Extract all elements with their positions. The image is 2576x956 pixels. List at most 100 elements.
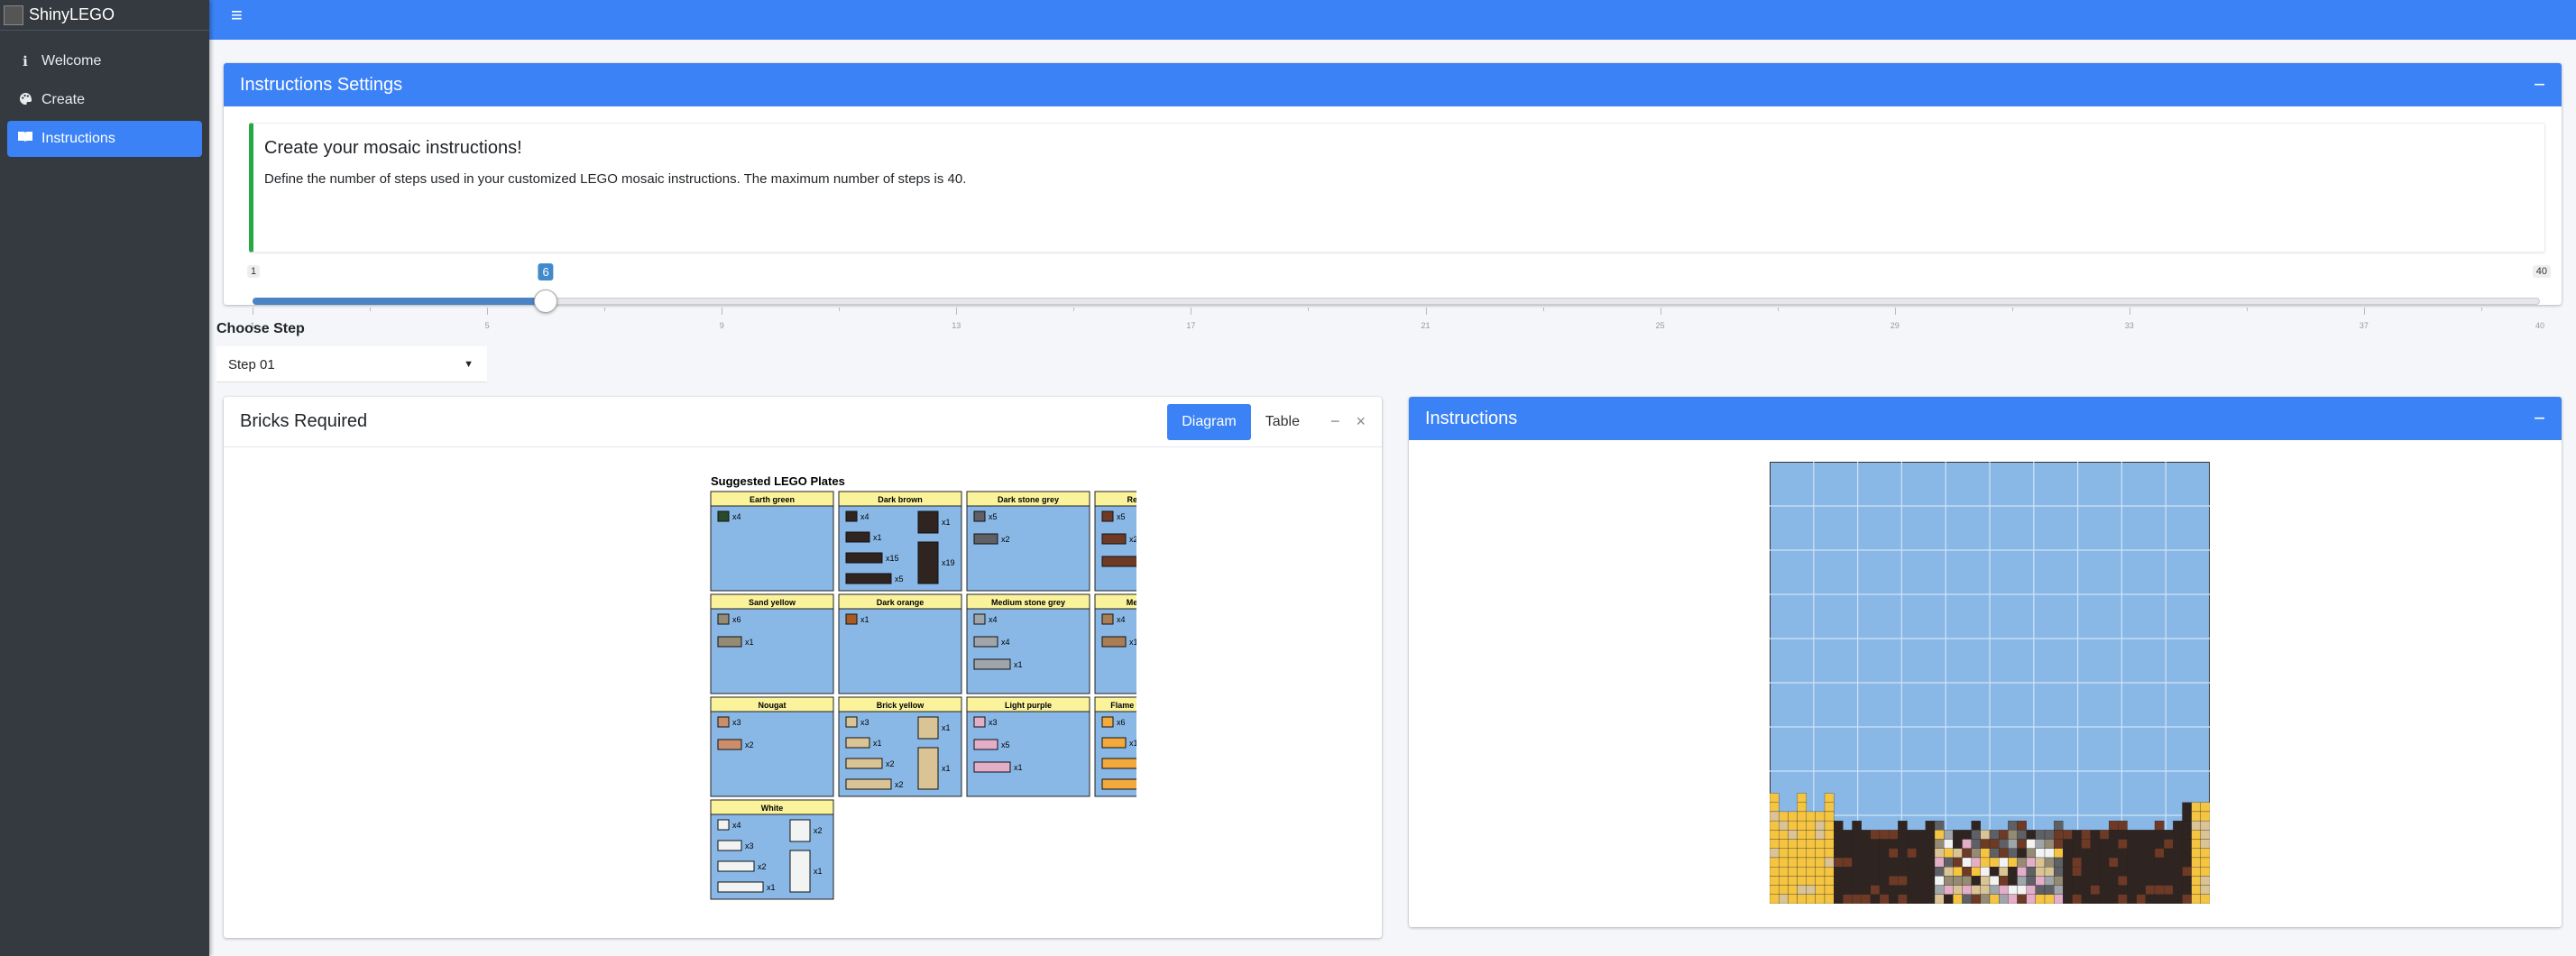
mosaic-brick bbox=[1971, 839, 1981, 849]
mosaic-brick bbox=[1824, 830, 1835, 840]
plate-brick bbox=[717, 860, 755, 872]
mosaic-brick bbox=[2072, 876, 2082, 886]
slider-tick-label: 40 bbox=[2535, 321, 2545, 330]
sidebar-item-instructions[interactable]: Instructions bbox=[7, 121, 202, 157]
mosaic-brick bbox=[1815, 867, 1826, 877]
mosaic-brick bbox=[1953, 839, 1963, 849]
mosaic-brick bbox=[2081, 857, 2091, 868]
mosaic-brick bbox=[1797, 867, 1807, 877]
mosaic-brick bbox=[1971, 857, 1981, 868]
card-title: Instructions Settings bbox=[240, 74, 403, 95]
mosaic-brick bbox=[1953, 830, 1963, 840]
mosaic-brick bbox=[1980, 830, 1991, 840]
app-title: ShinyLEGO bbox=[29, 5, 115, 23]
mosaic-brick bbox=[2044, 839, 2055, 849]
sidebar-item-welcome[interactable]: ℹ Welcome bbox=[7, 43, 202, 79]
plate-count-label: x3 bbox=[745, 841, 754, 850]
plate-brick bbox=[1101, 778, 1136, 790]
mosaic-brick bbox=[2008, 876, 2018, 886]
mosaic-brick bbox=[2090, 876, 2101, 886]
mosaic-brick bbox=[2127, 894, 2137, 904]
mosaic-brick bbox=[2191, 811, 2201, 822]
step-select[interactable]: Step 01 ▼ bbox=[216, 346, 487, 382]
hamburger-menu-icon[interactable]: ≡ bbox=[231, 4, 243, 27]
card-header: Instructions Settings − bbox=[224, 63, 2562, 106]
slider-tick bbox=[2363, 308, 2365, 315]
collapse-icon[interactable]: − bbox=[2534, 73, 2545, 97]
slider-min-label: 1 bbox=[247, 265, 261, 278]
mosaic-brick bbox=[1980, 848, 1991, 859]
plate-panel-title: Reddish brown bbox=[1127, 495, 1137, 504]
mosaic-brick bbox=[1770, 802, 1780, 813]
plate-brick bbox=[845, 737, 870, 749]
slider-tick bbox=[839, 308, 841, 311]
mosaic-brick bbox=[2008, 894, 2018, 904]
mosaic-brick bbox=[2145, 876, 2156, 886]
mosaic-brick bbox=[1797, 876, 1807, 886]
mosaic-brick bbox=[2044, 894, 2055, 904]
mosaic-brick bbox=[1779, 820, 1789, 831]
mosaic-brick bbox=[1907, 857, 1917, 868]
close-icon[interactable]: × bbox=[1356, 412, 1366, 431]
mosaic-brick bbox=[2200, 848, 2210, 859]
plate-panel-title: Brick yellow bbox=[877, 701, 925, 710]
mosaic-brick bbox=[1944, 894, 1954, 904]
mosaic-brick bbox=[2173, 885, 2183, 895]
mosaic-brick bbox=[2008, 857, 2018, 868]
mosaic-brick bbox=[2154, 867, 2165, 877]
brand[interactable]: ShinyLEGO bbox=[0, 0, 209, 31]
mosaic-brick bbox=[2118, 876, 2128, 886]
tab-table[interactable]: Table bbox=[1251, 404, 1314, 440]
mosaic-brick bbox=[1870, 894, 1881, 904]
mosaic-brick bbox=[1824, 876, 1835, 886]
slider-tick bbox=[1425, 308, 1427, 315]
mosaic-brick bbox=[2008, 830, 2018, 840]
mosaic-brick bbox=[2191, 848, 2201, 859]
mosaic-brick bbox=[1834, 885, 1844, 895]
mosaic-brick bbox=[1824, 885, 1835, 895]
plate-count-label: x4 bbox=[1001, 638, 1010, 647]
mosaic-brick bbox=[1870, 848, 1881, 859]
mosaic-brick bbox=[1852, 867, 1862, 877]
mosaic-brick bbox=[1999, 857, 2009, 868]
plate-count-label: x4 bbox=[732, 821, 741, 830]
mosaic-brick bbox=[1797, 830, 1807, 840]
tab-diagram[interactable]: Diagram bbox=[1167, 403, 1251, 440]
slider-tick-label: 9 bbox=[719, 321, 724, 330]
callout-title: Create your mosaic instructions! bbox=[264, 138, 522, 158]
mosaic-brick bbox=[1907, 876, 1917, 886]
mosaic-brick bbox=[2173, 839, 2183, 849]
mosaic-brick bbox=[2109, 820, 2119, 831]
mosaic-brick bbox=[1852, 857, 1862, 868]
mosaic-brick bbox=[2118, 830, 2128, 840]
mosaic-brick bbox=[1925, 857, 1936, 868]
slider-handle[interactable] bbox=[534, 290, 558, 313]
plate-count-label: x5 bbox=[1001, 740, 1010, 749]
mosaic-brick bbox=[1806, 811, 1816, 822]
mosaic-brick bbox=[2200, 839, 2210, 849]
mosaic-brick bbox=[2054, 894, 2064, 904]
mosaic-brick bbox=[2090, 885, 2101, 895]
steps-slider[interactable]: 1 40 6 1 5 9 13 17 21 25 29 33 37 40 bbox=[242, 202, 2551, 330]
plate-brick bbox=[1101, 613, 1114, 625]
mosaic-brick bbox=[2118, 839, 2128, 849]
slider-tick-label: 21 bbox=[1421, 321, 1431, 330]
mosaic-brick bbox=[2017, 894, 2027, 904]
slider-track[interactable] bbox=[253, 298, 2540, 305]
book-icon bbox=[16, 131, 34, 147]
mosaic-brick bbox=[2072, 885, 2082, 895]
collapse-icon[interactable]: − bbox=[1330, 412, 1340, 431]
plate-count-label: x5 bbox=[1117, 512, 1126, 521]
sidebar-item-create[interactable]: Create bbox=[7, 82, 202, 118]
mosaic-brick bbox=[2054, 839, 2064, 849]
mosaic-brick bbox=[2182, 839, 2192, 849]
mosaic-brick bbox=[1843, 876, 1853, 886]
collapse-icon[interactable]: − bbox=[2534, 407, 2545, 430]
mosaic-brick bbox=[1971, 885, 1981, 895]
slider-tick bbox=[370, 308, 372, 311]
mosaic-brick bbox=[1770, 811, 1780, 822]
mosaic-brick bbox=[1879, 839, 1890, 849]
mosaic-brick bbox=[1953, 848, 1963, 859]
mosaic-brick bbox=[2145, 857, 2156, 868]
mosaic-brick bbox=[1824, 820, 1835, 831]
